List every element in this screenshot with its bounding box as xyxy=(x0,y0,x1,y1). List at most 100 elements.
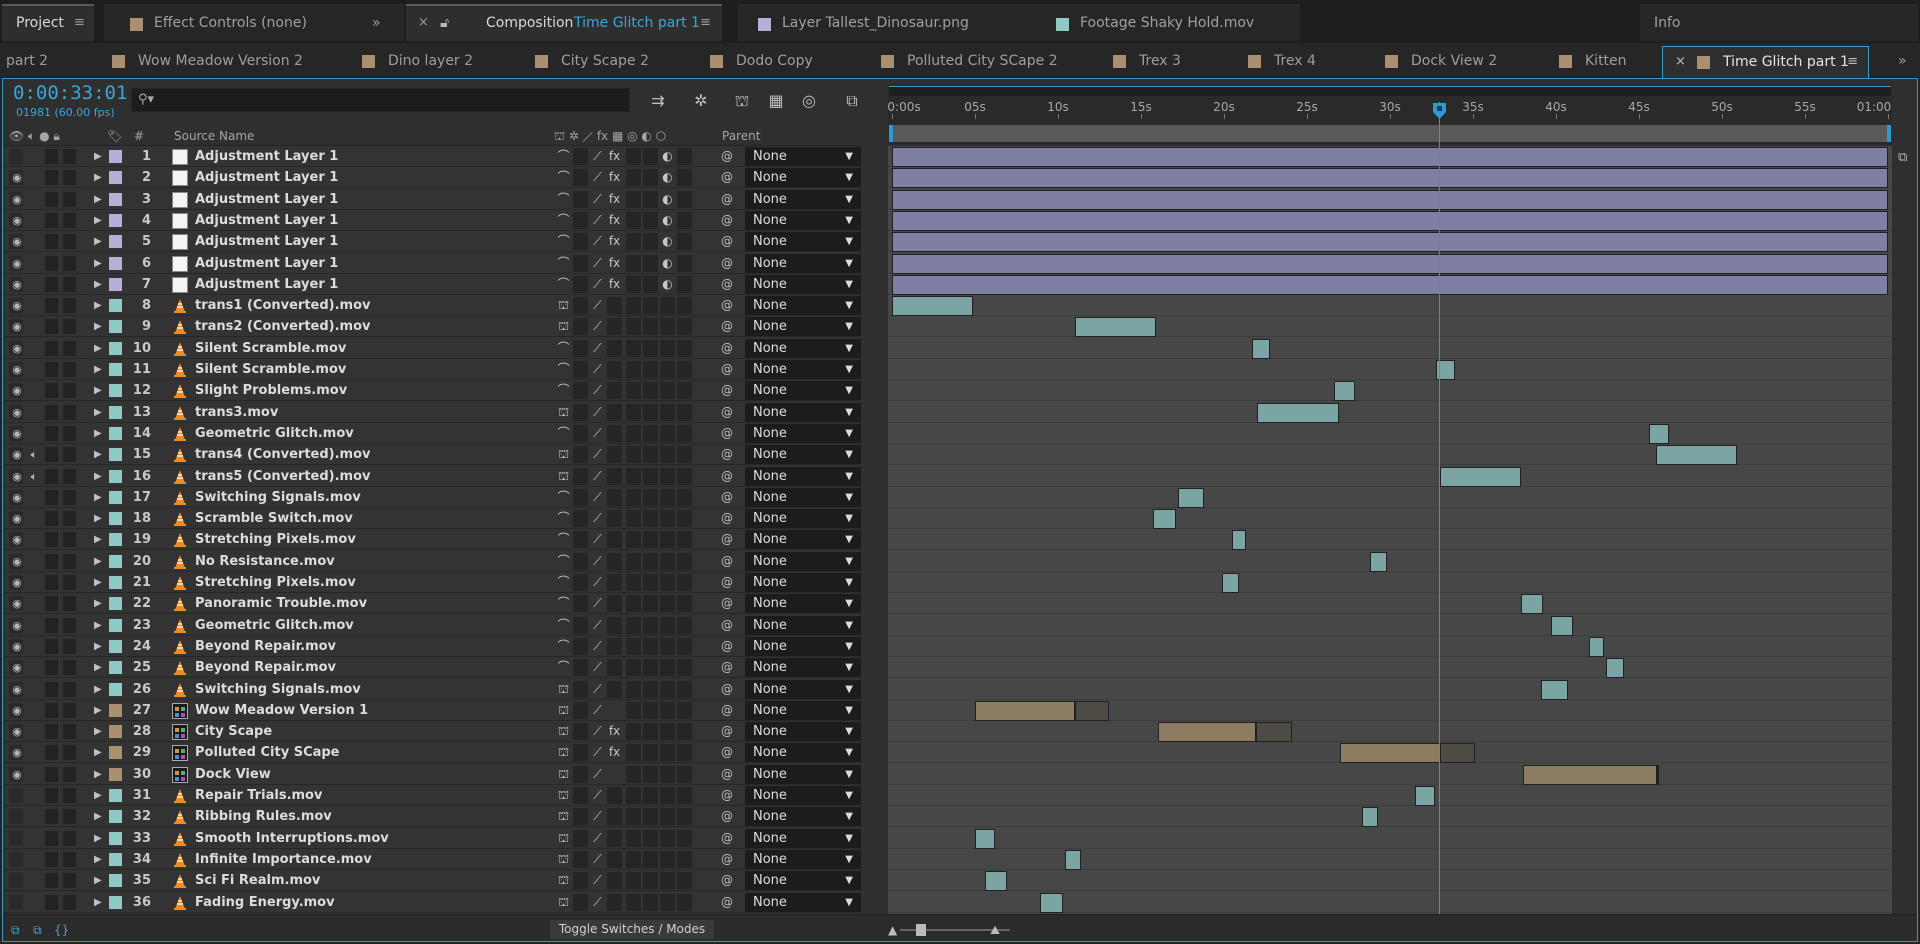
adjustment-layer-switch[interactable] xyxy=(660,489,675,506)
solo-switch[interactable] xyxy=(45,234,58,249)
label-color-swatch[interactable] xyxy=(109,150,122,163)
label-color-swatch[interactable] xyxy=(109,555,122,568)
effects-switch[interactable] xyxy=(607,553,622,570)
expand-triangle-icon[interactable]: ▶ xyxy=(94,788,102,803)
layer-row[interactable]: ◉ ▶ 2 Adjustment Layer 1 ⌒ ⟋ fx ◐ @ None ▼ xyxy=(3,167,861,188)
lock-switch[interactable] xyxy=(63,319,76,334)
layer-row[interactable]: ◉ ▶ 18 Scramble Switch.mov ⌒ ⟋ @ None ▼ xyxy=(3,508,861,529)
shy-switch-icon[interactable]: ⛫ xyxy=(556,468,571,485)
effects-switch[interactable] xyxy=(607,382,622,399)
lock-switch[interactable] xyxy=(63,660,76,675)
layer-row[interactable]: ▶ 36 Fading Energy.mov ⛫ ⟋ @ None ▼ xyxy=(3,892,861,913)
adjustment-layer-switch[interactable] xyxy=(660,681,675,698)
3d-layer-switch[interactable] xyxy=(677,531,692,548)
motion-blur-switch[interactable] xyxy=(643,404,658,421)
layer-source-name[interactable]: Adjustment Layer 1 xyxy=(195,256,338,271)
lock-switch[interactable] xyxy=(63,767,76,782)
adjustment-layer-switch[interactable] xyxy=(660,702,675,719)
layer-row[interactable]: ▶ 35 Sci Fi Realm.mov ⛫ ⟋ @ None ▼ xyxy=(3,870,861,891)
layer-source-name[interactable]: Silent Scramble.mov xyxy=(195,341,346,356)
layer-switches-toggle-icon[interactable]: ⧉ xyxy=(11,923,20,938)
3d-layer-switch[interactable] xyxy=(677,169,692,186)
adjustment-layer-switch-icon[interactable]: ◐ xyxy=(660,191,675,208)
3d-layer-switch[interactable] xyxy=(677,702,692,719)
quality-switch-icon[interactable]: ⟋ xyxy=(590,851,605,868)
collapse-switch[interactable] xyxy=(573,340,588,357)
solo-switch[interactable] xyxy=(45,469,58,484)
parent-dropdown[interactable]: None ▼ xyxy=(745,573,861,592)
eye-icon[interactable]: ◉ xyxy=(9,511,25,526)
adjustment-layer-switch[interactable] xyxy=(660,340,675,357)
eye-icon[interactable]: ◉ xyxy=(9,426,25,441)
shy-switch-icon[interactable]: ⛫ xyxy=(556,681,571,698)
comp-tab-dino-layer-2[interactable]: Dino layer 2 xyxy=(362,46,512,78)
quality-switch-icon[interactable]: ⟋ xyxy=(590,659,605,676)
pick-whip-icon[interactable]: @ xyxy=(721,767,733,782)
comp-tab-time-glitch-part-1[interactable]: × Time Glitch part 1 ≡ xyxy=(1662,46,1869,78)
tab-composition[interactable]: × 🔓︎ Composition Time Glitch part 1 ≡ xyxy=(406,4,722,41)
3d-layer-switch[interactable] xyxy=(677,872,692,889)
solo-switch[interactable] xyxy=(45,745,58,760)
motion-blur-switch[interactable] xyxy=(643,787,658,804)
parent-dropdown[interactable]: None ▼ xyxy=(745,680,861,699)
layer-duration-bar[interactable] xyxy=(1541,680,1568,700)
effects-switch-icon[interactable]: fx xyxy=(607,233,622,250)
solo-switch[interactable] xyxy=(45,788,58,803)
solo-switch[interactable] xyxy=(45,660,58,675)
quality-switch-icon[interactable]: ⟋ xyxy=(590,382,605,399)
pick-whip-icon[interactable]: @ xyxy=(721,426,733,441)
layer-row[interactable]: ◉ 🔈︎ ▶ 15 trans4 (Converted).mov ⛫ ⟋ @ None ▼ xyxy=(3,444,861,465)
pick-whip-icon[interactable]: @ xyxy=(721,596,733,611)
quality-switch-icon[interactable]: ⟋ xyxy=(590,148,605,165)
motion-blur-switch[interactable] xyxy=(643,595,658,612)
video-switch[interactable] xyxy=(9,852,23,867)
collapse-switch[interactable] xyxy=(573,255,588,272)
eye-icon[interactable]: ◉ xyxy=(9,277,25,292)
expand-triangle-icon[interactable]: ▶ xyxy=(94,447,102,462)
motion-blur-switch[interactable] xyxy=(643,489,658,506)
expand-triangle-icon[interactable]: ▶ xyxy=(94,469,102,484)
3d-layer-switch[interactable] xyxy=(677,510,692,527)
frame-blend-switch[interactable] xyxy=(626,595,641,612)
lock-switch[interactable] xyxy=(63,788,76,803)
expand-triangle-icon[interactable]: ▶ xyxy=(94,277,102,292)
audio-icon[interactable]: 🔈︎ xyxy=(27,469,41,484)
collapse-switch[interactable] xyxy=(573,595,588,612)
shy-switch-icon[interactable]: ⛫ xyxy=(556,851,571,868)
solo-switch[interactable] xyxy=(45,618,58,633)
layer-source-name[interactable]: Ribbing Rules.mov xyxy=(195,809,332,824)
effects-switch-icon[interactable]: fx xyxy=(607,276,622,293)
eye-icon[interactable]: ◉ xyxy=(9,469,25,484)
expand-triangle-icon[interactable]: ▶ xyxy=(94,256,102,271)
layer-source-name[interactable]: trans2 (Converted).mov xyxy=(195,319,371,334)
motion-blur-switch[interactable] xyxy=(643,382,658,399)
video-switch[interactable] xyxy=(9,149,23,164)
collapse-switch[interactable] xyxy=(573,169,588,186)
adjustment-layer-switch[interactable] xyxy=(660,851,675,868)
layer-source-name[interactable]: trans3.mov xyxy=(195,405,278,420)
frame-blend-switch[interactable] xyxy=(626,830,641,847)
frame-blend-switch[interactable] xyxy=(626,382,641,399)
solo-switch[interactable] xyxy=(45,277,58,292)
motion-blur-switch[interactable] xyxy=(643,851,658,868)
motion-blur-switch[interactable] xyxy=(643,531,658,548)
composition-mini-flowchart-icon[interactable]: ⇉ xyxy=(646,90,670,112)
collapse-switch[interactable] xyxy=(573,702,588,719)
parent-dropdown[interactable]: None ▼ xyxy=(745,850,861,869)
motion-blur-switch[interactable] xyxy=(643,255,658,272)
frame-blend-switch[interactable] xyxy=(626,617,641,634)
adjustment-layer-switch[interactable] xyxy=(660,723,675,740)
eye-icon[interactable]: ◉ xyxy=(9,319,25,334)
label-color-swatch[interactable] xyxy=(109,512,122,525)
label-color-swatch[interactable] xyxy=(109,363,122,376)
motion-blur-switch[interactable] xyxy=(643,340,658,357)
quality-switch-icon[interactable]: ⟋ xyxy=(590,808,605,825)
eye-icon[interactable]: ◉ xyxy=(9,596,25,611)
expand-triangle-icon[interactable]: ▶ xyxy=(94,809,102,824)
layer-duration-bar[interactable] xyxy=(1655,445,1737,465)
audio-icon[interactable]: 🔈︎ xyxy=(27,447,41,462)
layer-duration-bar[interactable] xyxy=(1340,743,1440,763)
expand-triangle-icon[interactable]: ▶ xyxy=(94,554,102,569)
solo-switch[interactable] xyxy=(45,532,58,547)
layer-row[interactable]: ◉ ▶ 24 Beyond Repair.mov ⌒ ⟋ @ None ▼ xyxy=(3,636,861,657)
